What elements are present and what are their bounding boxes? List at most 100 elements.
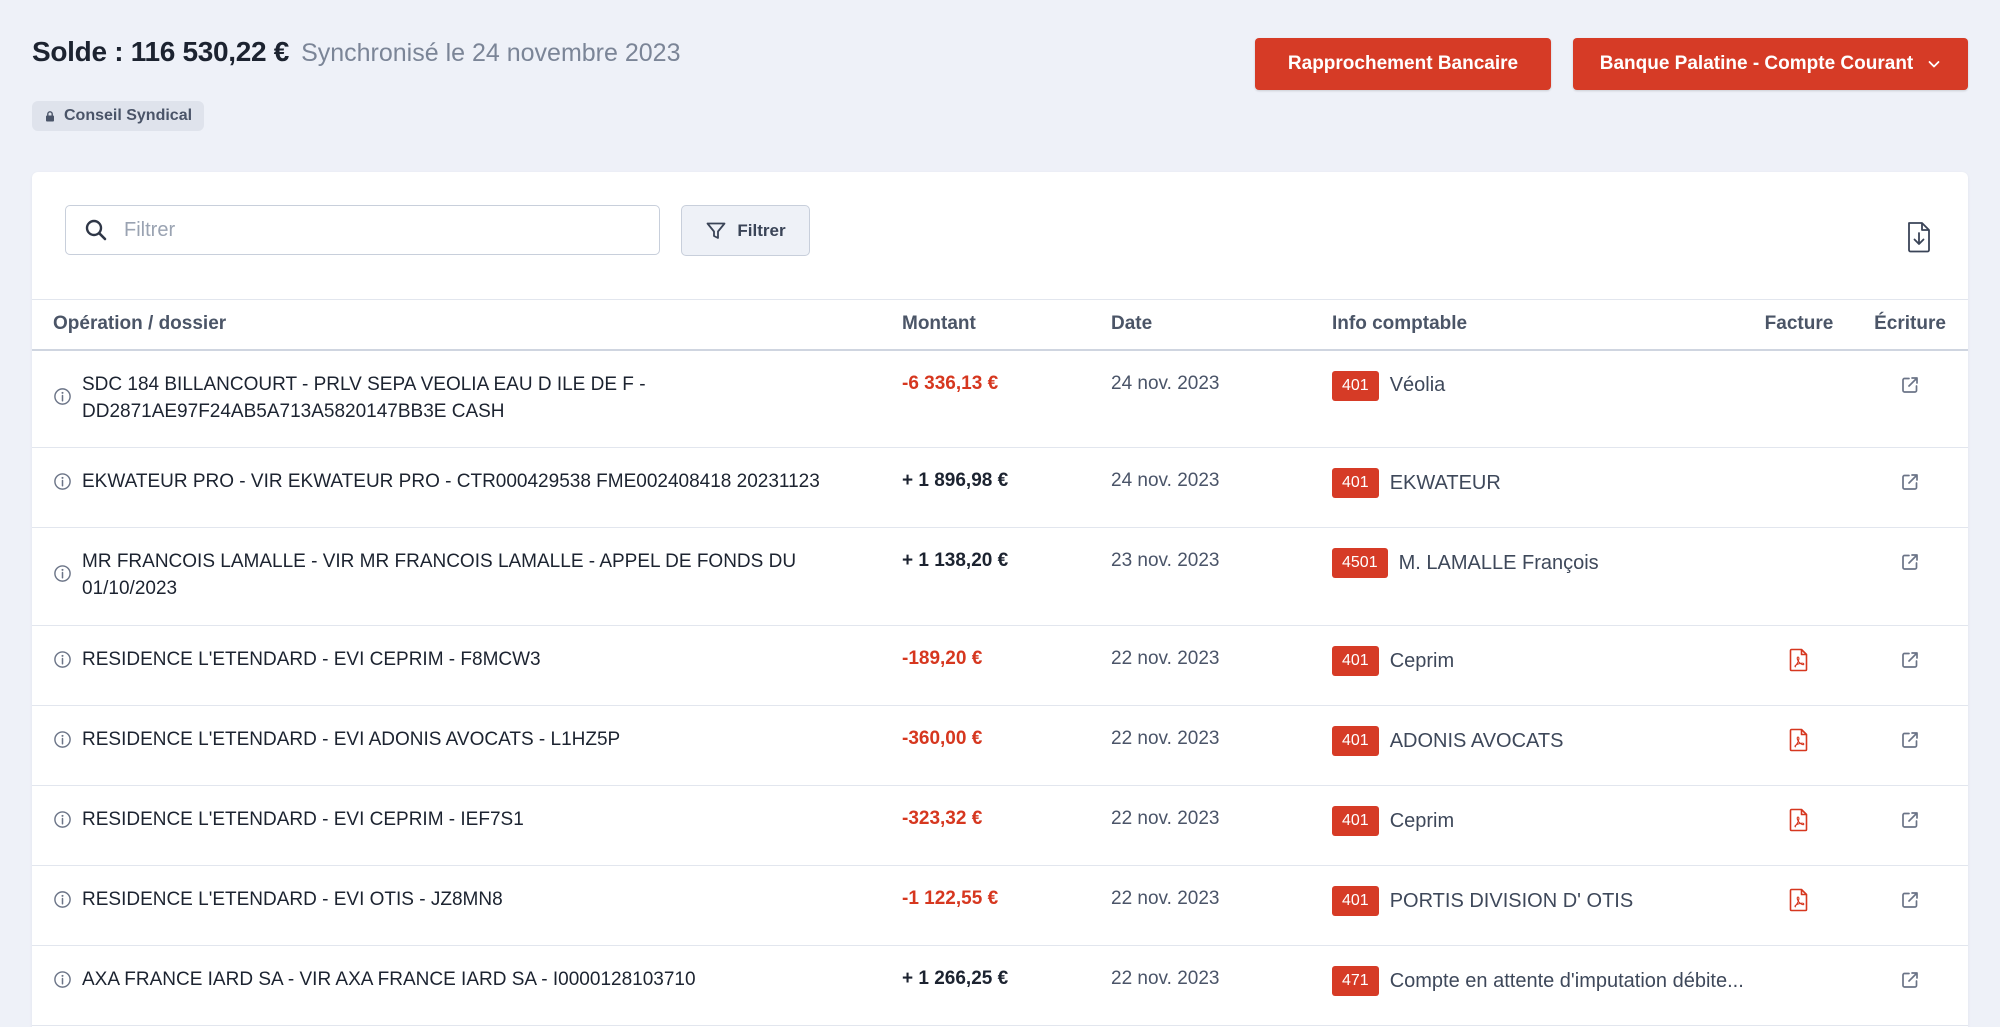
account-info-cell: 401 Ceprim [1332, 626, 1746, 706]
table-row[interactable]: RESIDENCE L'ETENDARD - EVI CEPRIM - IEF7… [32, 786, 1968, 866]
account-code-badge: 401 [1332, 646, 1379, 676]
info-icon[interactable] [53, 970, 72, 989]
account-info-cell: 401 ADONIS AVOCATS [1332, 706, 1746, 786]
account-name: Compte en attente d'imputation débite... [1389, 969, 1744, 992]
operation-cell: SDC 184 BILLANCOURT - PRLV SEPA VEOLIA E… [32, 350, 902, 448]
external-link-icon[interactable] [1900, 552, 1920, 572]
info-icon[interactable] [53, 387, 72, 406]
visibility-badge: Conseil Syndical [32, 101, 205, 131]
account-code-badge: 401 [1332, 806, 1379, 836]
external-link-icon[interactable] [1900, 730, 1920, 750]
info-icon[interactable] [53, 564, 72, 583]
entry-cell [1852, 866, 1968, 946]
amount-cell: -360,00 € [902, 728, 983, 749]
amount-cell: + 1 266,25 € [902, 968, 1009, 989]
account-name: Ceprim [1389, 649, 1455, 672]
invoice-cell [1746, 448, 1852, 528]
pdf-icon[interactable] [1789, 728, 1809, 752]
account-info-cell: 471 Compte en attente d'imputation débit… [1332, 946, 1746, 1026]
entry-cell [1852, 448, 1968, 528]
info-icon[interactable] [53, 810, 72, 829]
export-button[interactable] [1904, 220, 1934, 254]
account-name: M. LAMALLE François [1398, 551, 1599, 574]
external-link-icon[interactable] [1900, 650, 1920, 670]
table-row[interactable]: AXA FRANCE IARD SA - VIR AXA FRANCE IARD… [32, 946, 1968, 1026]
account-info[interactable]: 401 Ceprim [1332, 806, 1746, 836]
account-code-badge: 401 [1332, 886, 1379, 916]
col-info[interactable]: Info comptable [1332, 300, 1746, 350]
table-row[interactable]: EKWATEUR PRO - VIR EKWATEUR PRO - CTR000… [32, 448, 1968, 528]
bank-account-label: Banque Palatine - Compte Courant [1599, 53, 1914, 74]
page-header: Solde : 116 530,22 € Synchronisé le 24 n… [32, 36, 1968, 146]
date-cell: 24 nov. 2023 [1111, 470, 1220, 491]
table-row[interactable]: MR FRANCOIS LAMALLE - VIR MR FRANCOIS LA… [32, 528, 1968, 626]
bank-reconciliation-button[interactable]: Rapprochement Bancaire [1255, 38, 1551, 90]
account-code-badge: 4501 [1332, 548, 1388, 578]
account-info[interactable]: 401 PORTIS DIVISION D' OTIS [1332, 886, 1746, 916]
operation-label: RESIDENCE L'ETENDARD - EVI OTIS - JZ8MN8 [82, 889, 503, 910]
col-entry: Écriture [1874, 313, 1946, 335]
account-info[interactable]: 401 Ceprim [1332, 646, 1746, 676]
external-link-icon[interactable] [1900, 890, 1920, 910]
entry-cell [1852, 786, 1968, 866]
account-info[interactable]: 471 Compte en attente d'imputation débit… [1332, 966, 1746, 996]
date-cell: 22 nov. 2023 [1111, 808, 1220, 829]
badge-label: Conseil Syndical [64, 107, 193, 124]
external-link-icon[interactable] [1900, 375, 1920, 395]
account-info-cell: 401 PORTIS DIVISION D' OTIS [1332, 866, 1746, 946]
filter-button[interactable]: Filtrer [681, 205, 810, 256]
invoice-cell [1746, 866, 1852, 946]
pdf-icon[interactable] [1789, 808, 1809, 832]
operation-wrap: RESIDENCE L'ETENDARD - EVI ADONIS AVOCAT… [53, 728, 892, 753]
col-invoice: Facture [1764, 313, 1834, 335]
date-cell: 22 nov. 2023 [1111, 648, 1220, 669]
invoice-cell [1746, 946, 1852, 1026]
info-icon[interactable] [53, 890, 72, 909]
account-info[interactable]: 4501 M. LAMALLE François [1332, 548, 1746, 578]
info-icon[interactable] [53, 472, 72, 491]
amount-cell: + 1 138,20 € [902, 550, 1009, 571]
pdf-icon[interactable] [1789, 888, 1809, 912]
account-code-badge: 471 [1332, 966, 1379, 996]
account-info-cell: 401 EKWATEUR [1332, 448, 1746, 528]
invoice-cell [1746, 786, 1852, 866]
search-box [65, 205, 660, 255]
table-row[interactable]: RESIDENCE L'ETENDARD - EVI ADONIS AVOCAT… [32, 706, 1968, 786]
info-icon[interactable] [53, 730, 72, 749]
col-date[interactable]: Date [1111, 300, 1332, 350]
table-row[interactable]: SDC 184 BILLANCOURT - PRLV SEPA VEOLIA E… [32, 350, 1968, 448]
date-cell: 23 nov. 2023 [1111, 550, 1220, 571]
col-amount[interactable]: Montant [902, 300, 1111, 350]
amount-cell: -6 336,13 € [902, 372, 999, 394]
amount-cell: -323,32 € [902, 808, 983, 829]
info-icon[interactable] [53, 650, 72, 669]
operation-label: AXA FRANCE IARD SA - VIR AXA FRANCE IARD… [82, 969, 696, 990]
operation-cell: MR FRANCOIS LAMALLE - VIR MR FRANCOIS LA… [32, 528, 902, 626]
operation-wrap: AXA FRANCE IARD SA - VIR AXA FRANCE IARD… [53, 968, 892, 993]
external-link-icon[interactable] [1900, 810, 1920, 830]
operation-label: SDC 184 BILLANCOURT - PRLV SEPA VEOLIA E… [82, 373, 646, 422]
amount-cell: + 1 896,98 € [902, 470, 1009, 491]
operation-label: MR FRANCOIS LAMALLE - VIR MR FRANCOIS LA… [82, 551, 797, 599]
bank-account-select[interactable]: Banque Palatine - Compte Courant [1573, 38, 1968, 90]
invoice-cell [1746, 626, 1852, 706]
account-info[interactable]: 401 ADONIS AVOCATS [1332, 726, 1746, 756]
external-link-icon[interactable] [1900, 970, 1920, 990]
invoice-cell [1746, 706, 1852, 786]
external-link-icon[interactable] [1900, 472, 1920, 492]
account-info[interactable]: 401 Véolia [1332, 370, 1746, 401]
search-input[interactable] [124, 218, 604, 242]
account-info[interactable]: 401 EKWATEUR [1332, 468, 1746, 498]
table-row[interactable]: RESIDENCE L'ETENDARD - EVI OTIS - JZ8MN8… [32, 866, 1968, 946]
col-operation[interactable]: Opération / dossier [32, 300, 902, 350]
table-row[interactable]: RESIDENCE L'ETENDARD - EVI CEPRIM - F8MC… [32, 626, 1968, 706]
sync-status: Synchronisé le 24 novembre 2023 [301, 39, 681, 67]
invoice-cell [1746, 528, 1852, 626]
lock-icon [46, 111, 54, 122]
operation-cell: RESIDENCE L'ETENDARD - EVI OTIS - JZ8MN8 [32, 866, 902, 946]
file-download-icon [1908, 222, 1930, 253]
operation-cell: RESIDENCE L'ETENDARD - EVI CEPRIM - IEF7… [32, 786, 902, 866]
amount-cell: -189,20 € [902, 648, 983, 669]
pdf-icon[interactable] [1789, 648, 1809, 672]
operation-wrap: RESIDENCE L'ETENDARD - EVI OTIS - JZ8MN8 [53, 888, 892, 913]
